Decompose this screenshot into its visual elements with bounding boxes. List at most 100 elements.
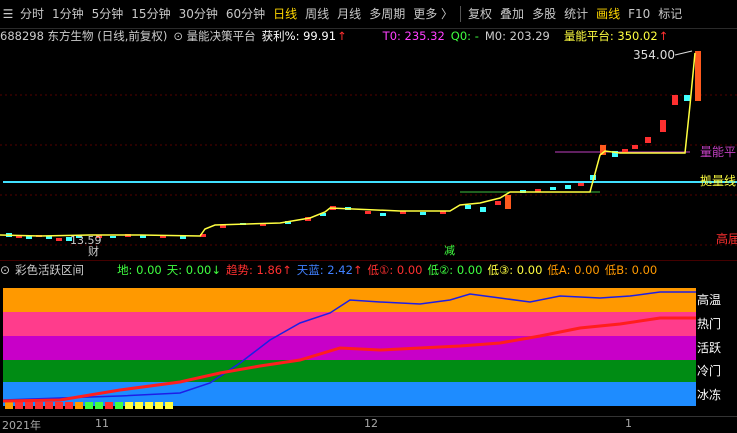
signal-bar — [145, 402, 153, 409]
candle — [505, 195, 511, 209]
signal-bar — [25, 402, 33, 409]
tab-fenshi[interactable]: 分时 — [16, 0, 48, 28]
signal-bar — [85, 402, 93, 409]
arrow-up-icon: ↑ — [337, 29, 347, 43]
profit-readout: 获利%: 99.91 — [261, 29, 337, 43]
signal-bar — [55, 402, 63, 409]
candle — [495, 201, 501, 205]
t0-readout: T0: 235.32 — [382, 29, 445, 43]
lowB-readout: 低B: 0.00 — [604, 263, 658, 277]
tab-monthly[interactable]: 月线 — [333, 0, 365, 28]
high-price-pointer — [674, 50, 693, 56]
candle — [695, 51, 701, 101]
indicator-selector[interactable]: ⊙ 量能决策平台 — [173, 28, 255, 44]
arrow-up-icon: ↑ — [282, 263, 292, 277]
candle — [56, 238, 62, 241]
signal-bar — [75, 402, 83, 409]
multi-stock-button[interactable]: 多股 — [528, 0, 560, 28]
stats-button[interactable]: 统计 — [560, 0, 592, 28]
di-readout: 地: 0.00 — [117, 263, 162, 277]
tab-more[interactable]: 更多 〉 — [409, 0, 457, 28]
reduce-marker[interactable]: 减 — [444, 244, 455, 257]
sub-indicator-title[interactable]: 彩色活跃区间 — [15, 262, 84, 278]
axis-label-dec: 12 — [364, 417, 378, 430]
draw-line-button[interactable]: 画线 — [592, 0, 624, 28]
tab-multi-period[interactable]: 多周期 — [365, 0, 409, 28]
time-axis: 2021年 11 12 1 — [0, 416, 737, 432]
signal-bar — [165, 402, 173, 409]
signal-bar — [45, 402, 53, 409]
mark-button[interactable]: 标记 — [654, 0, 686, 28]
sub-indicator-bar: ⊙ 彩色活跃区间 地: 0.00 天: 0.00 ↓ 趋势: 1.86 ↑ 天蓝: … — [0, 260, 737, 279]
zone-cold-band — [3, 360, 696, 382]
high-price-label: 354.00 — [633, 48, 675, 62]
zone-frozen-label: 冰冻 — [697, 387, 721, 402]
support-line-label: 拠量线 — [700, 174, 736, 188]
candle — [660, 120, 666, 132]
low3-readout: 低③: 0.00 — [487, 263, 543, 277]
candle — [672, 95, 678, 105]
bottom-signal-bars — [5, 402, 173, 409]
gear-icon[interactable]: ⊙ — [0, 263, 10, 277]
indicator-name: 量能决策平台 — [186, 29, 256, 43]
finance-marker[interactable]: 财 — [88, 244, 99, 258]
candle — [645, 137, 651, 143]
axis-label-jan: 1 — [625, 417, 632, 430]
candlestick-series — [6, 51, 701, 241]
zone-cold-label: 冷门 — [697, 363, 721, 378]
candle — [578, 183, 584, 186]
tian-readout: 天: 0.00 — [166, 263, 212, 277]
fuquan-button[interactable]: 复权 — [464, 0, 496, 28]
signal-bar — [135, 402, 143, 409]
arrow-up-icon: ↑ — [658, 29, 669, 43]
candle — [380, 213, 386, 216]
menu-icon[interactable]: ☰ — [0, 6, 16, 22]
candle — [684, 95, 690, 101]
arrow-up-icon: ↑ — [352, 263, 363, 277]
stock-title: 688298 东方生物 (日线,前复权) — [0, 29, 168, 43]
candle — [420, 212, 426, 215]
zone-hot-band — [3, 312, 696, 336]
tab-1min[interactable]: 1分钟 — [48, 0, 88, 28]
signal-bar — [65, 402, 73, 409]
arrow-down-icon: ↓ — [211, 263, 221, 277]
main-chart: 354.00 量能平 拠量线 高届 13.59 财 减 — [0, 48, 737, 258]
zone-hot-label: 热门 — [697, 316, 721, 331]
candle — [632, 145, 638, 149]
tab-30min[interactable]: 30分钟 — [175, 0, 222, 28]
signal-bar — [15, 402, 23, 409]
candle — [565, 185, 571, 189]
candle — [365, 211, 371, 214]
tab-60min[interactable]: 60分钟 — [222, 0, 269, 28]
axis-label-year: 2021年 — [2, 419, 41, 432]
trend-readout: 趋势: 1.86 — [225, 263, 283, 277]
f10-button[interactable]: F10 — [624, 0, 654, 28]
platform-readout: 量能平台: 350.02 — [563, 29, 658, 43]
zone-high-label: 高温 — [697, 292, 721, 307]
signal-bar — [5, 402, 13, 409]
zone-active-label: 活跃 — [697, 341, 721, 355]
low1-readout: 低①: 0.00 — [367, 263, 423, 277]
signal-bar — [105, 402, 113, 409]
period-toolbar: ☰ 分时 1分钟 5分钟 15分钟 30分钟 60分钟 日线 周线 月线 多周期… — [0, 0, 737, 29]
candle — [465, 205, 471, 209]
signal-bar — [115, 402, 123, 409]
tab-daily[interactable]: 日线 — [269, 0, 301, 28]
main-info-bar: 688298 东方生物 (日线,前复权) ⊙ 量能决策平台 获利%: 99.91… — [0, 27, 737, 45]
signal-bar — [125, 402, 133, 409]
tab-15min[interactable]: 15分钟 — [127, 0, 174, 28]
overlay-button[interactable]: 叠加 — [496, 0, 528, 28]
platform-line-label: 量能平 — [700, 145, 736, 159]
toolbar-divider — [460, 6, 462, 22]
q0-readout: Q0: - — [450, 29, 479, 43]
tab-5min[interactable]: 5分钟 — [88, 0, 128, 28]
candle — [110, 236, 116, 238]
low2-readout: 低②: 0.00 — [427, 263, 483, 277]
signal-bar — [95, 402, 103, 409]
signal-bar — [35, 402, 43, 409]
sub-chart: 高温 热门 活跃 冷门 冰冻 — [2, 288, 721, 409]
tab-weekly[interactable]: 周线 — [301, 0, 333, 28]
axis-label-nov: 11 — [95, 417, 109, 430]
m0-readout: M0: 203.29 — [484, 29, 550, 43]
grid-lines — [0, 94, 737, 246]
